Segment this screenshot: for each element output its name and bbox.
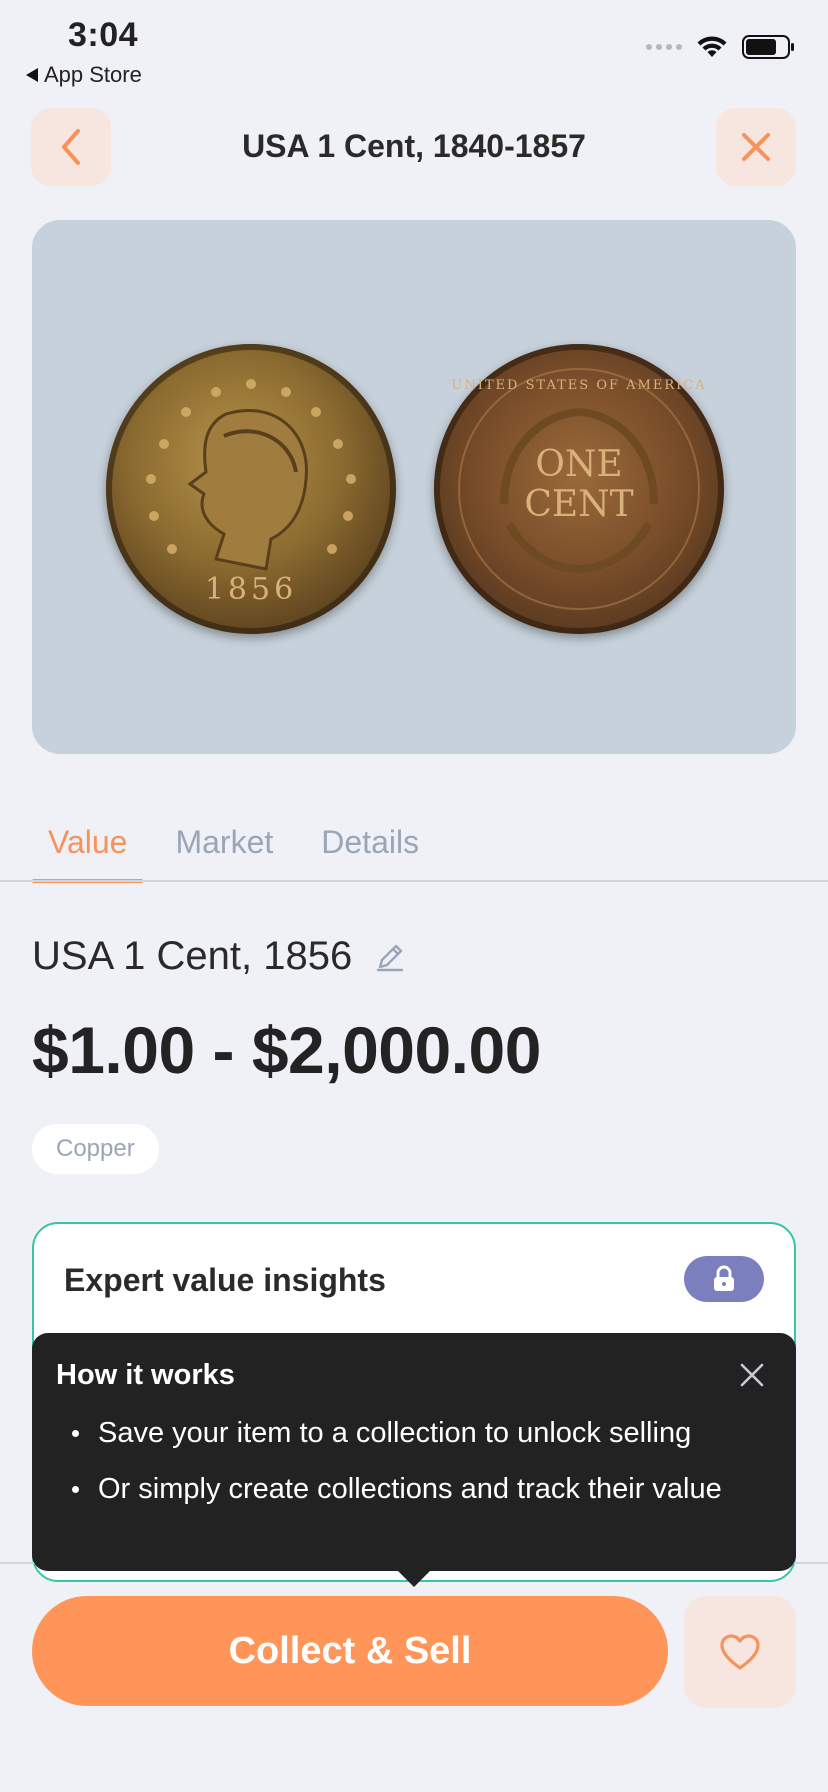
signal-icon <box>646 44 682 50</box>
screen: 3:04 App Store USA 1 Cent, 1840-1857 185… <box>0 0 828 1792</box>
close-icon <box>742 133 770 161</box>
tooltip-item: Or simply create collections and track t… <box>56 1469 756 1509</box>
status-icons <box>646 34 796 60</box>
coin-name: USA 1 Cent, 1856 <box>32 934 353 978</box>
tooltip-title: How it works <box>56 1359 235 1391</box>
status-time: 3:04 <box>68 16 139 54</box>
coin-image-panel[interactable]: 1856 UNITED STATES OF AMERICA ONE CENT <box>32 220 796 754</box>
lock-icon <box>714 1265 734 1291</box>
favorite-button[interactable] <box>684 1596 796 1708</box>
insights-title: Expert value insights <box>64 1262 386 1298</box>
tab-value[interactable]: Value <box>32 820 144 883</box>
coin-name-row: USA 1 Cent, 1856 <box>32 934 406 979</box>
tab-details[interactable]: Details <box>305 820 435 883</box>
coin-obverse-image: 1856 <box>106 344 396 634</box>
material-chip: Copper <box>32 1124 159 1174</box>
coin-denomination-line2: CENT <box>524 484 634 525</box>
price-range: $1.00 - $2,000.00 <box>32 1013 541 1087</box>
tooltip-item: Save your item to a collection to unlock… <box>56 1413 756 1453</box>
locked-badge[interactable] <box>684 1256 764 1302</box>
collect-and-sell-button[interactable]: Collect & Sell <box>32 1596 668 1706</box>
wifi-icon <box>697 36 727 57</box>
battery-icon <box>742 35 794 59</box>
tab-bar: Value Market Details <box>32 820 435 883</box>
heart-icon <box>720 1634 760 1670</box>
back-to-app-store[interactable]: App Store <box>26 62 142 88</box>
tooltip-close-button[interactable] <box>736 1359 768 1391</box>
coin-year: 1856 <box>204 572 298 607</box>
tooltip-list: Save your item to a collection to unlock… <box>56 1413 756 1525</box>
coin-denomination-line1: ONE <box>535 444 623 485</box>
back-button[interactable] <box>31 108 111 186</box>
tabs-divider <box>0 880 828 882</box>
tab-market[interactable]: Market <box>159 820 289 883</box>
how-it-works-tooltip: How it works Save your item to a collect… <box>32 1333 796 1587</box>
coin-reverse-image: UNITED STATES OF AMERICA ONE CENT <box>434 344 724 634</box>
close-button[interactable] <box>716 108 796 186</box>
coin-legend-text: UNITED STATES OF AMERICA <box>451 378 707 393</box>
chevron-left-icon <box>62 129 80 165</box>
back-triangle-icon <box>26 68 38 82</box>
back-app-label: App Store <box>44 62 142 87</box>
page-title: USA 1 Cent, 1840-1857 <box>242 128 586 164</box>
close-icon <box>740 1363 764 1387</box>
edit-pencil-icon[interactable] <box>374 941 406 973</box>
